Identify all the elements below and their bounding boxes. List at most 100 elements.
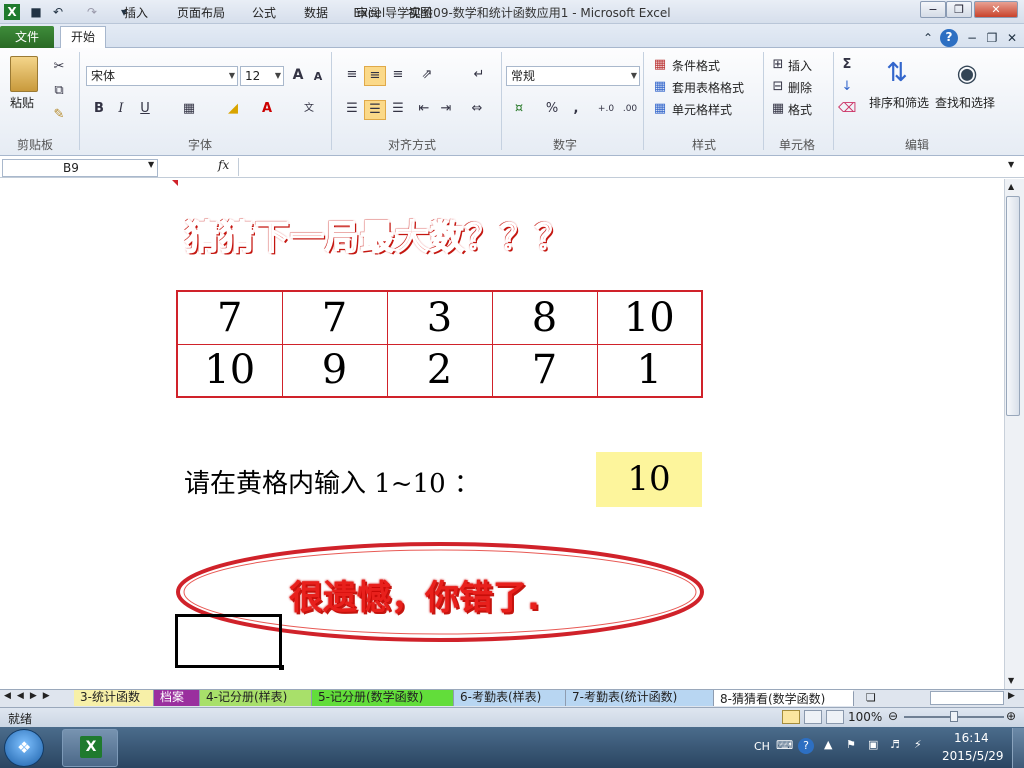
sort-filter-icon[interactable]: ⇅ [880, 56, 914, 90]
chevron-down-icon[interactable]: ▼ [148, 160, 154, 169]
tab-insert[interactable]: 插入 [114, 4, 158, 24]
currency-icon[interactable]: ¤ [508, 100, 530, 118]
align-top-icon[interactable]: ≡ [342, 66, 362, 84]
tab-page-layout[interactable]: 页面布局 [167, 4, 235, 24]
grid-cell[interactable]: 7 [176, 290, 283, 345]
zoom-slider-thumb[interactable] [950, 711, 958, 722]
phonetic-icon[interactable]: 文 [298, 100, 320, 118]
guess-input-cell[interactable]: 10 [596, 452, 702, 507]
grid-cell[interactable]: 3 [386, 290, 493, 345]
tab-formulas[interactable]: 公式 [242, 4, 286, 24]
autosum-button[interactable]: Σ [838, 56, 856, 74]
insert-function-button[interactable]: fx [218, 158, 229, 172]
expand-formula-bar-icon[interactable]: ▼ [1008, 160, 1014, 169]
volume-icon[interactable]: ♬ [890, 738, 900, 751]
font-color-icon[interactable]: A [258, 100, 276, 118]
orientation-icon[interactable]: ⇗ [416, 66, 438, 84]
clock-date[interactable]: 2015/5/29 [942, 749, 1004, 763]
keyboard-icon[interactable]: ⌨ [776, 738, 793, 752]
merge-center-icon[interactable]: ⇔ [466, 100, 488, 118]
grid-cell[interactable]: 10 [176, 343, 283, 398]
bold-button[interactable]: B [90, 100, 108, 118]
tab-review[interactable]: 审阅 [346, 4, 390, 24]
sheet-tab[interactable]: 3-统计函数 [74, 690, 154, 706]
decrease-decimal-icon[interactable]: .00 [620, 100, 640, 118]
format-table-icon[interactable]: ▦ [652, 78, 668, 96]
restore-button[interactable]: ❐ [946, 1, 972, 18]
sheet-tab-active[interactable]: 8-猜猜看(数学函数) [714, 690, 854, 706]
grid-cell[interactable]: 1 [596, 343, 703, 398]
number-format-select[interactable]: 常规 ▼ [506, 66, 640, 86]
sheet-tab[interactable]: 7-考勤表(统计函数) [566, 690, 714, 706]
find-select-button[interactable]: 查找和选择 [935, 94, 995, 111]
comma-button[interactable]: , [568, 100, 584, 118]
increase-decimal-icon[interactable]: +.0 [596, 100, 616, 118]
fill-color-icon[interactable]: ◢ [224, 100, 242, 118]
binoculars-icon[interactable]: ◉ [950, 56, 984, 90]
clear-icon[interactable]: ⌫ [838, 100, 856, 118]
normal-view-icon[interactable] [782, 710, 800, 724]
active-cell-b9[interactable] [175, 614, 282, 668]
page-layout-view-icon[interactable] [804, 710, 822, 724]
format-table-button[interactable]: 套用表格格式 [672, 79, 744, 96]
cut-icon[interactable]: ✂ [50, 58, 68, 76]
format-cells-button[interactable]: 格式 [788, 101, 812, 118]
scroll-thumb[interactable] [1006, 196, 1020, 416]
decrease-indent-icon[interactable]: ⇤ [414, 100, 434, 118]
formula-input[interactable] [238, 158, 1008, 176]
paste-button[interactable]: 粘贴 [10, 94, 34, 111]
zoom-level[interactable]: 100% [848, 710, 882, 724]
name-box[interactable]: B9 [2, 159, 158, 177]
sheet-tab[interactable]: 4-记分册(样表) [200, 690, 312, 706]
collapse-ribbon-icon[interactable]: ⌃ [920, 30, 936, 46]
workbook-minimize-icon[interactable]: − [964, 30, 980, 46]
copy-icon[interactable]: ⧉ [50, 82, 68, 100]
cell-styles-button[interactable]: 单元格样式 [672, 101, 732, 118]
notification-flag-icon[interactable]: ⚑ [846, 738, 856, 751]
delete-cells-button[interactable]: 删除 [788, 79, 812, 96]
format-painter-icon[interactable]: ✎ [50, 106, 68, 124]
conditional-format-button[interactable]: 条件格式 [672, 57, 720, 74]
scroll-up-icon[interactable]: ▲ [1008, 182, 1014, 191]
scroll-right-icon[interactable]: ▶ [1008, 691, 1015, 701]
zoom-out-icon[interactable]: ⊖ [888, 709, 898, 723]
align-middle-icon[interactable]: ≡ [364, 66, 386, 86]
sheet-tab[interactable]: 档案 [154, 690, 200, 706]
fill-icon[interactable]: ↓ [838, 78, 856, 96]
percent-button[interactable]: % [544, 100, 560, 118]
close-button[interactable]: ✕ [974, 1, 1018, 18]
horizontal-scrollbar[interactable] [930, 691, 1004, 705]
italic-button[interactable]: I [112, 100, 130, 118]
show-desktop-button[interactable] [1012, 728, 1024, 768]
grid-cell[interactable]: 9 [281, 343, 388, 398]
workbook-close-icon[interactable]: ✕ [1004, 30, 1020, 46]
format-cells-icon[interactable]: ▦ [770, 100, 786, 118]
tray-expand-icon[interactable]: ▲ [824, 738, 832, 751]
grow-font-button[interactable]: A [290, 66, 306, 84]
delete-cells-icon[interactable]: ⊟ [770, 78, 786, 96]
grid-cell[interactable]: 8 [491, 290, 598, 345]
sheet-nav-arrows-icon[interactable]: ◀◀▶▶ [4, 691, 56, 701]
border-icon[interactable]: ▦ [180, 100, 198, 118]
scroll-down-icon[interactable]: ▼ [1008, 676, 1014, 685]
power-icon[interactable]: ⚡ [914, 738, 922, 751]
input-language[interactable]: CH [754, 740, 770, 753]
grid-cell[interactable]: 7 [491, 343, 598, 398]
grid-cell[interactable]: 7 [281, 290, 388, 345]
sheet-tab[interactable]: 6-考勤表(样表) [454, 690, 566, 706]
clock-time[interactable]: 16:14 [954, 731, 989, 745]
align-bottom-icon[interactable]: ≡ [388, 66, 408, 84]
fill-handle[interactable] [279, 665, 284, 670]
zoom-in-icon[interactable]: ⊕ [1006, 709, 1016, 723]
align-center-icon[interactable]: ☰ [364, 100, 386, 120]
grid-cell[interactable]: 10 [596, 290, 703, 345]
cell-styles-icon[interactable]: ▦ [652, 100, 668, 118]
underline-button[interactable]: U [136, 100, 154, 118]
tab-home[interactable]: 开始 [60, 26, 107, 49]
workbook-restore-icon[interactable]: ❐ [984, 30, 1000, 46]
tab-file[interactable]: 文件 [0, 26, 54, 48]
shrink-font-button[interactable]: A [311, 68, 325, 86]
font-name-select[interactable]: 宋体 ▼ [86, 66, 238, 86]
page-break-view-icon[interactable] [826, 710, 844, 724]
insert-sheet-icon[interactable]: ❏ [866, 691, 876, 704]
